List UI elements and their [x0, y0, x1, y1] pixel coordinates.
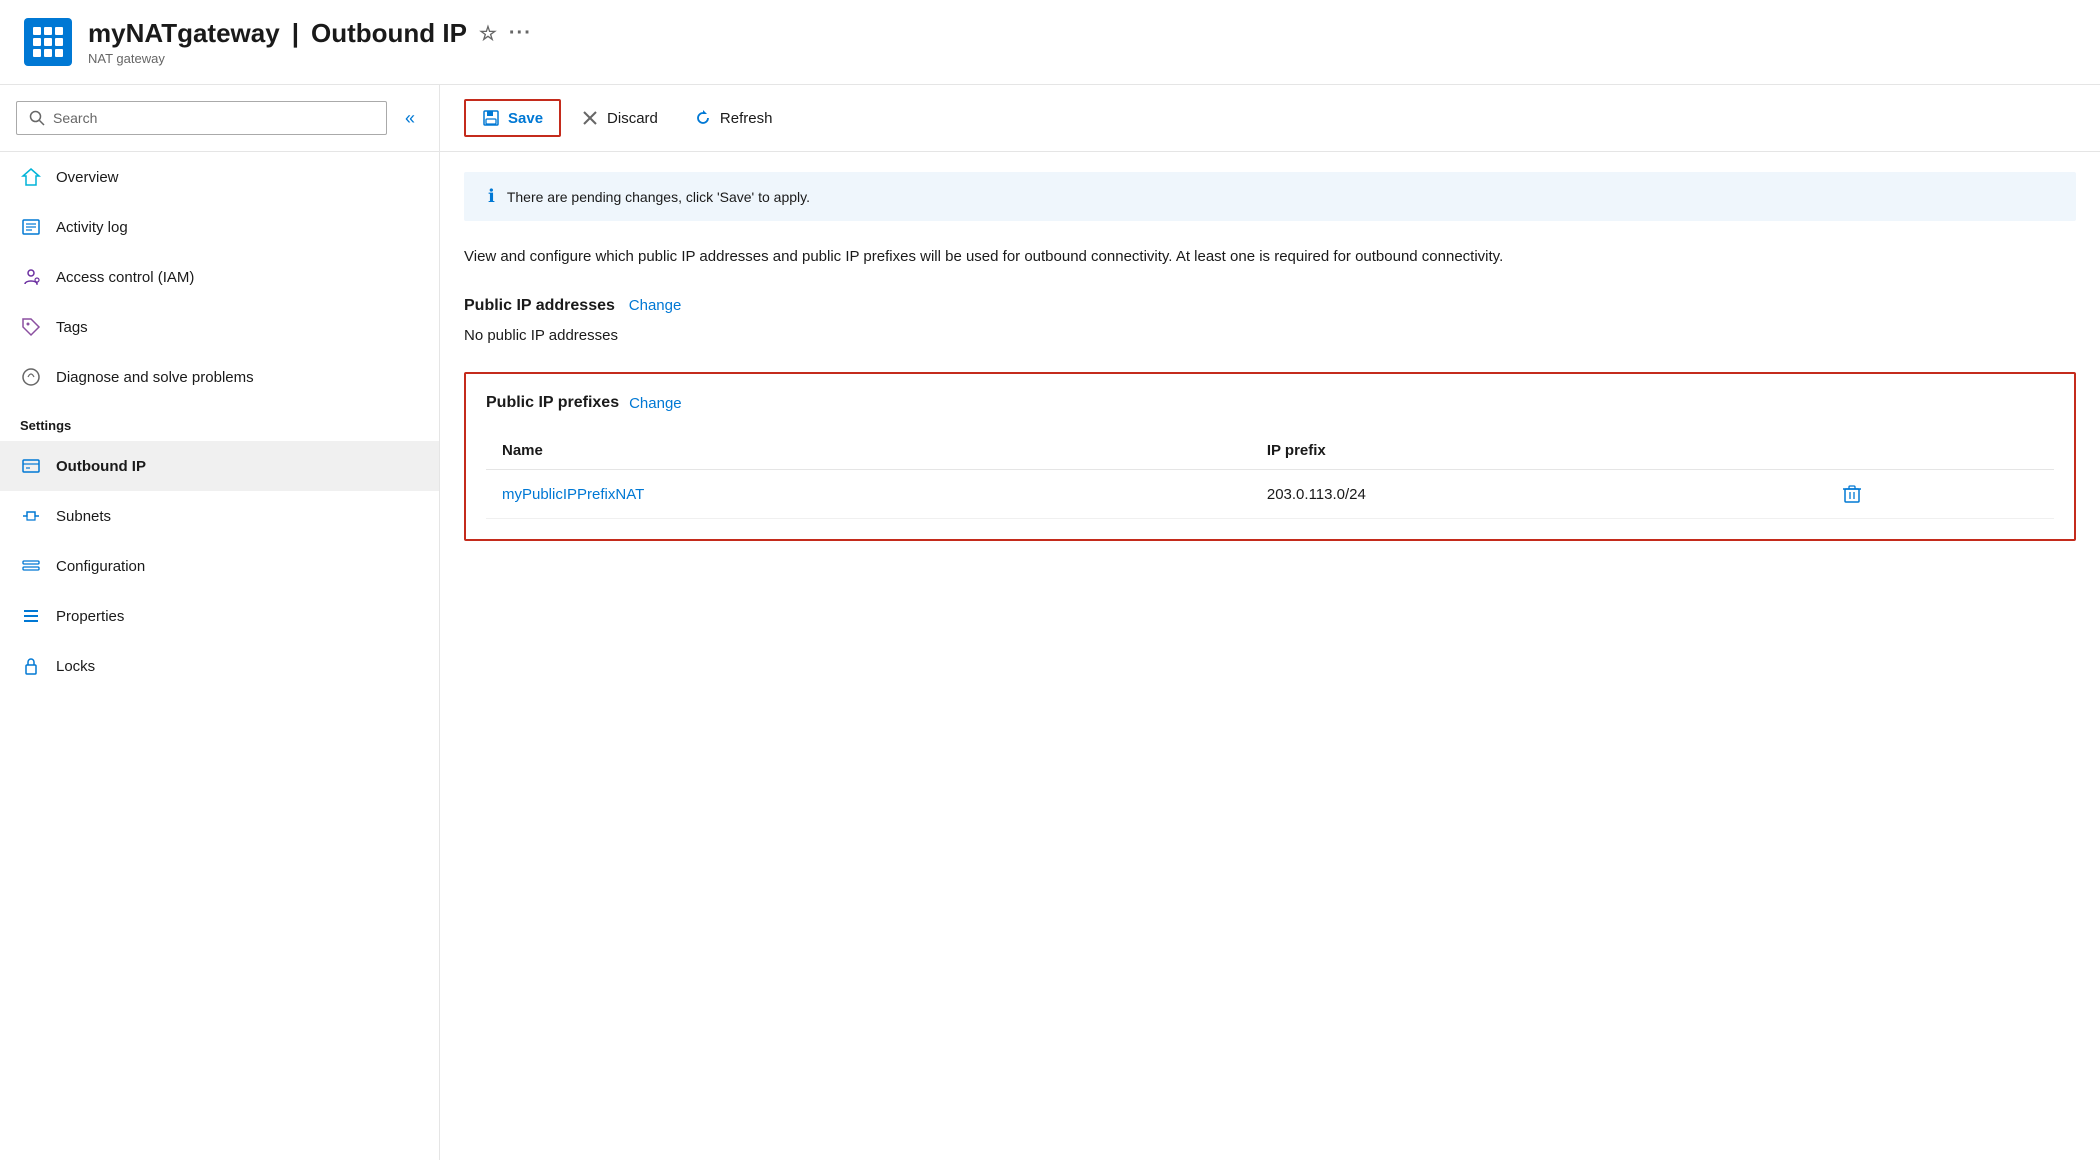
diagnose-icon: [20, 366, 42, 388]
sidebar-item-tags[interactable]: Tags: [0, 302, 439, 352]
page-title: myNATgateway | Outbound IP ☆ ···: [88, 18, 532, 49]
subnets-icon: [20, 505, 42, 527]
sidebar-label-activity-log: Activity log: [56, 219, 128, 236]
favorite-star-icon[interactable]: ☆: [479, 21, 497, 46]
collapse-button[interactable]: «: [397, 104, 423, 133]
col-header-name: Name: [486, 432, 1251, 470]
search-icon: [29, 110, 45, 126]
search-bar: Search «: [0, 85, 439, 152]
prefixes-table: Name IP prefix myPublicIPPrefixNAT 203.0…: [486, 432, 2054, 519]
prefix-name-link[interactable]: myPublicIPPrefixNAT: [502, 486, 644, 503]
outbound-ip-icon: [20, 455, 42, 477]
tags-icon: [20, 316, 42, 338]
public-ip-title: Public IP addresses: [464, 297, 615, 314]
content-area: View and configure which public IP addre…: [440, 221, 2100, 565]
sidebar-item-activity-log[interactable]: Activity log: [0, 202, 439, 252]
properties-icon: [20, 605, 42, 627]
sidebar-label-properties: Properties: [56, 608, 124, 625]
table-header-row: Name IP prefix: [486, 432, 2054, 470]
sidebar-label-locks: Locks: [56, 658, 95, 675]
resource-type-label: NAT gateway: [88, 51, 532, 66]
sidebar-item-outbound-ip[interactable]: Outbound IP: [0, 441, 439, 491]
public-ip-section: Public IP addresses Change No public IP …: [464, 297, 2076, 344]
overview-icon: [20, 166, 42, 188]
info-message: There are pending changes, click 'Save' …: [507, 189, 810, 205]
sidebar-label-access-control: Access control (IAM): [56, 269, 194, 286]
sidebar-item-subnets[interactable]: Subnets: [0, 491, 439, 541]
info-bar: ℹ There are pending changes, click 'Save…: [464, 172, 2076, 221]
col-header-ip-prefix: IP prefix: [1251, 432, 1826, 470]
sidebar-label-diagnose: Diagnose and solve problems: [56, 369, 254, 386]
toolbar: Save Discard Refresh: [440, 85, 2100, 152]
prefixes-header: Public IP prefixes Change: [486, 394, 2054, 412]
resource-icon: [24, 18, 72, 66]
sidebar-item-configuration[interactable]: Configuration: [0, 541, 439, 591]
more-options-icon[interactable]: ···: [509, 22, 532, 45]
cell-ip-prefix: 203.0.113.0/24: [1251, 470, 1826, 519]
sidebar-item-overview[interactable]: Overview: [0, 152, 439, 202]
prefixes-title: Public IP prefixes: [486, 394, 619, 412]
cell-delete: [1826, 470, 2054, 519]
public-ip-change-link[interactable]: Change: [629, 297, 682, 314]
sidebar-label-outbound-ip: Outbound IP: [56, 458, 146, 475]
search-input[interactable]: Search: [16, 101, 387, 135]
sidebar-label-overview: Overview: [56, 169, 119, 186]
delete-icon[interactable]: [1842, 484, 2038, 504]
sidebar-label-subnets: Subnets: [56, 508, 111, 525]
no-public-ip-text: No public IP addresses: [464, 327, 2076, 344]
refresh-button[interactable]: Refresh: [678, 101, 789, 135]
sidebar-item-access-control[interactable]: Access control (IAM): [0, 252, 439, 302]
sidebar-item-properties[interactable]: Properties: [0, 591, 439, 641]
title-separator: |: [292, 18, 299, 49]
locks-icon: [20, 655, 42, 677]
discard-icon: [581, 109, 599, 127]
col-header-actions: [1826, 432, 2054, 470]
sidebar-label-tags: Tags: [56, 319, 88, 336]
section-name: Outbound IP: [311, 18, 467, 49]
sidebar-item-locks[interactable]: Locks: [0, 641, 439, 691]
main-layout: Search « Overview Activity log Access co…: [0, 85, 2100, 1160]
iam-icon: [20, 266, 42, 288]
sidebar-item-diagnose[interactable]: Diagnose and solve problems: [0, 352, 439, 402]
header-text-block: myNATgateway | Outbound IP ☆ ··· NAT gat…: [88, 18, 532, 66]
discard-label: Discard: [607, 110, 658, 127]
main-content: Save Discard Refresh ℹ There are pending…: [440, 85, 2100, 1160]
refresh-icon: [694, 109, 712, 127]
cell-name: myPublicIPPrefixNAT: [486, 470, 1251, 519]
settings-section-header: Settings: [0, 402, 439, 441]
configuration-icon: [20, 555, 42, 577]
sidebar-label-configuration: Configuration: [56, 558, 145, 575]
table-row: myPublicIPPrefixNAT 203.0.113.0/24: [486, 470, 2054, 519]
save-label: Save: [508, 110, 543, 127]
sidebar: Search « Overview Activity log Access co…: [0, 85, 440, 1160]
refresh-label: Refresh: [720, 110, 773, 127]
prefixes-change-link[interactable]: Change: [629, 395, 682, 412]
save-icon: [482, 109, 500, 127]
description-text: View and configure which public IP addre…: [464, 245, 1864, 269]
activity-log-icon: [20, 216, 42, 238]
info-icon: ℹ: [488, 186, 495, 207]
discard-button[interactable]: Discard: [565, 101, 674, 135]
public-ip-prefixes-section: Public IP prefixes Change Name IP prefix…: [464, 372, 2076, 541]
page-header: myNATgateway | Outbound IP ☆ ··· NAT gat…: [0, 0, 2100, 85]
resource-name: myNATgateway: [88, 18, 280, 49]
save-button[interactable]: Save: [464, 99, 561, 137]
search-placeholder: Search: [53, 110, 97, 126]
